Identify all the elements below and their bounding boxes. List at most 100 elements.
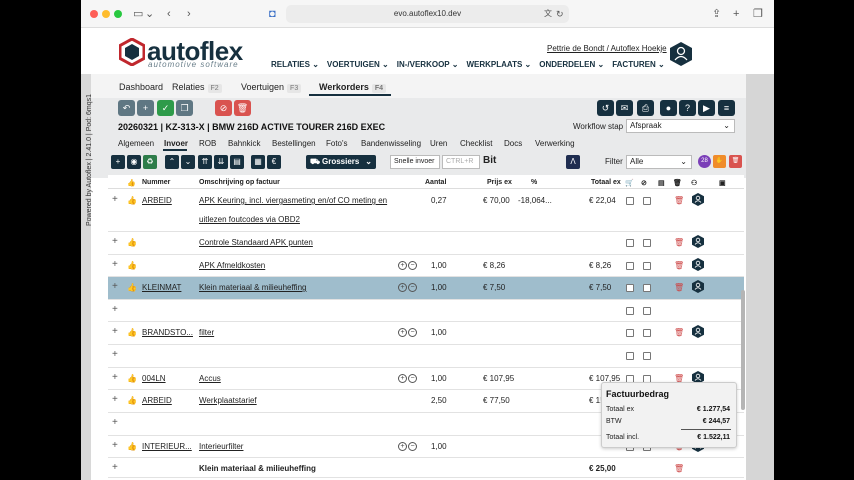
nav-relaties[interactable]: RELATIES ⌄ — [271, 60, 319, 69]
tab-voertuigen[interactable]: Voertuigen F3 — [241, 82, 302, 93]
history-button[interactable]: ↺ — [597, 100, 614, 116]
minimize-window-button[interactable] — [102, 10, 110, 18]
quantity-stepper[interactable]: + − — [398, 373, 418, 383]
subtab-rob[interactable]: ROB — [199, 139, 216, 148]
mechanic-icon[interactable] — [692, 258, 704, 271]
count-badge[interactable]: 28 — [698, 155, 711, 168]
help-button[interactable]: ? — [679, 100, 696, 116]
quantity-stepper[interactable]: + − — [398, 441, 418, 451]
col-nummer[interactable]: Nummer — [142, 179, 170, 186]
row-description[interactable]: Klein materiaal & milieuheffing — [199, 283, 306, 292]
close-window-button[interactable] — [90, 10, 98, 18]
confirm-button[interactable]: ✓ — [157, 100, 174, 116]
minus-circle-icon[interactable]: − — [408, 261, 417, 270]
chat-button[interactable]: ● — [660, 100, 677, 116]
row-description[interactable]: Interieurfilter — [199, 442, 243, 451]
nav-werkplaats[interactable]: WERKPLAATS ⌄ — [466, 60, 531, 69]
thumbs-up-icon[interactable]: 👍 — [127, 328, 137, 337]
nav-in-verkoop[interactable]: IN-/VERKOOP ⌄ — [397, 60, 459, 69]
expand-row-icon[interactable]: + — [112, 440, 118, 451]
row-number[interactable]: KLEINMAT — [142, 283, 181, 292]
row-checkbox-order[interactable] — [626, 262, 634, 270]
move-up-button[interactable]: ⌃ — [165, 155, 179, 169]
user-avatar-icon[interactable] — [668, 41, 694, 67]
row-checkbox-invoice[interactable] — [643, 329, 651, 337]
row-checkbox-invoice[interactable] — [643, 262, 651, 270]
delete-button[interactable]: 🗑 — [234, 100, 251, 116]
expand-row-icon[interactable]: + — [112, 194, 118, 205]
nav-facturen[interactable]: FACTUREN ⌄ — [612, 60, 665, 69]
row-checkbox-invoice[interactable] — [643, 197, 651, 205]
back-icon[interactable]: ‹ — [167, 7, 171, 21]
nav-voertuigen[interactable]: VOERTUIGEN ⌄ — [327, 60, 389, 69]
row-description[interactable]: Werkplaatstarief — [199, 396, 257, 405]
recycle-button[interactable]: ♻ — [143, 155, 157, 169]
subtab-bandenwisseling[interactable]: Bandenwisseling — [361, 139, 421, 148]
minus-circle-icon[interactable]: − — [408, 283, 417, 292]
tab-dashboard[interactable]: Dashboard — [119, 82, 163, 92]
subtab-docs[interactable]: Docs — [504, 139, 522, 148]
trash-icon[interactable]: 🗑 — [674, 464, 684, 473]
copy-button[interactable]: ❐ — [176, 100, 193, 116]
move-top-button[interactable]: ⇈ — [198, 155, 212, 169]
clipboard-button[interactable]: ▤ — [230, 155, 244, 169]
col-omschrijving[interactable]: Omschrijving op factuur — [199, 179, 280, 186]
add-button[interactable]: + — [137, 100, 154, 116]
thumbs-up-icon[interactable]: 👍 — [127, 261, 137, 270]
trash-icon[interactable]: 🗑 — [674, 261, 684, 270]
minus-circle-icon[interactable]: − — [408, 374, 417, 383]
workflow-select[interactable]: Afspraak ⌄ — [626, 119, 735, 133]
row-number[interactable]: 004LN — [142, 374, 166, 383]
trash-icon[interactable]: 🗑 — [674, 238, 684, 247]
row-checkbox-order[interactable] — [626, 352, 634, 360]
col-percentage[interactable]: % — [531, 179, 537, 186]
back-button[interactable]: ↶ — [118, 100, 135, 116]
row-number[interactable]: ARBEID — [142, 396, 172, 405]
tab-werkorders[interactable]: Werkorders F4 — [319, 82, 387, 93]
thumbs-up-icon[interactable]: 👍 — [127, 283, 137, 292]
thumbs-up-icon[interactable]: 👍 — [127, 196, 137, 205]
row-checkbox-order[interactable] — [626, 307, 634, 315]
chevron-down-icon[interactable]: ⌄ — [145, 7, 154, 21]
subtab-uren[interactable]: Uren — [430, 139, 447, 148]
translate-icon[interactable]: 文 — [544, 7, 552, 21]
mechanic-icon[interactable] — [692, 235, 704, 248]
thumbs-up-icon[interactable]: 👍 — [127, 238, 137, 247]
row-checkbox-invoice[interactable] — [643, 239, 651, 247]
row-description-2[interactable]: uitlezen foutcodes via OBD2 — [199, 215, 300, 224]
user-link[interactable]: Pettrie de Bondt / Autoflex Hoekje — [547, 44, 667, 53]
mechanic-icon[interactable] — [692, 325, 704, 338]
subtab-fotos[interactable]: Foto's — [326, 139, 348, 148]
nav-onderdelen[interactable]: ONDERDELEN ⌄ — [539, 60, 604, 69]
add-line-button[interactable]: + — [111, 155, 125, 169]
plus-circle-icon[interactable]: + — [398, 283, 407, 292]
quantity-stepper[interactable]: + − — [398, 327, 418, 337]
expand-row-icon[interactable]: + — [112, 417, 118, 428]
row-description[interactable]: APK Keuring, incl. viergasmeting en/of C… — [199, 196, 387, 205]
view-button[interactable]: ◉ — [127, 155, 141, 169]
row-description[interactable]: Controle Standaard APK punten — [199, 238, 313, 247]
row-checkbox-order[interactable] — [626, 239, 634, 247]
trash-icon[interactable]: 🗑 — [674, 328, 684, 337]
move-bottom-button[interactable]: ⇊ — [214, 155, 228, 169]
subtab-algemeen[interactable]: Algemeen — [118, 139, 154, 148]
scrollbar-thumb[interactable] — [741, 290, 745, 410]
quick-entry-input[interactable]: CTRL+R — [442, 155, 480, 169]
plus-circle-icon[interactable]: + — [398, 374, 407, 383]
subtab-checklist[interactable]: Checklist — [460, 139, 492, 148]
tab-overview-icon[interactable]: ❐ — [753, 7, 763, 21]
row-checkbox-invoice[interactable] — [643, 284, 651, 292]
row-description[interactable]: filter — [199, 328, 214, 337]
thumbs-up-icon[interactable]: 👍 — [127, 396, 137, 405]
cancel-button[interactable]: ⊘ — [215, 100, 232, 116]
sidebar-toggle-icon[interactable]: ▭ — [133, 7, 143, 21]
col-prijs[interactable]: Prijs ex — [487, 179, 512, 186]
row-description[interactable]: APK Afmeldkosten — [199, 261, 265, 270]
new-tab-icon[interactable]: + — [733, 7, 739, 21]
subtab-verwerking[interactable]: Verwerking — [535, 139, 575, 148]
expand-row-icon[interactable]: + — [112, 372, 118, 383]
euro-button[interactable]: € — [267, 155, 281, 169]
plus-circle-icon[interactable]: + — [398, 261, 407, 270]
quantity-stepper[interactable]: + − — [398, 260, 418, 270]
row-checkbox-invoice[interactable] — [643, 352, 651, 360]
